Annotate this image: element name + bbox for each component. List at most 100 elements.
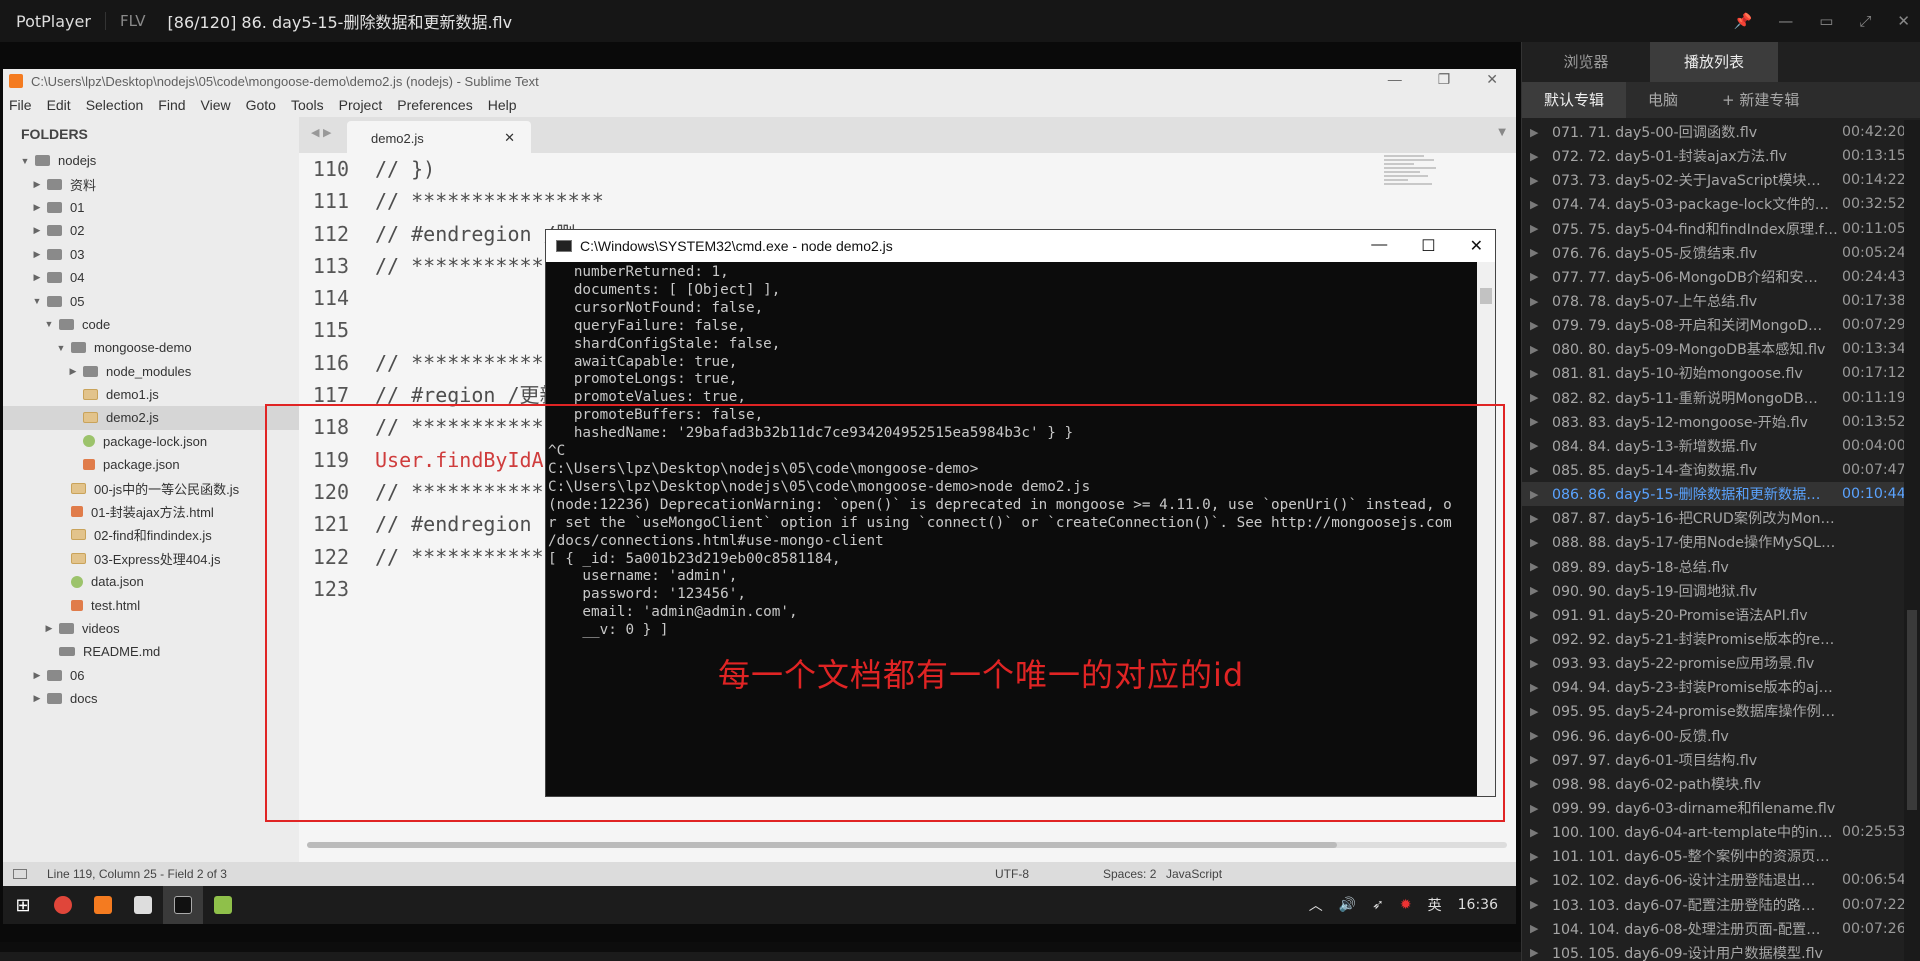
notepad-icon[interactable]: [123, 886, 163, 924]
tree-file[interactable]: 00-js中的一等公民函数.js: [3, 476, 299, 499]
tab-close-icon[interactable]: ✕: [504, 130, 515, 146]
tab-playlist[interactable]: 播放列表: [1650, 42, 1778, 82]
tree-folder[interactable]: ▶ 06: [3, 664, 299, 687]
tree-folder[interactable]: ▼ nodejs: [3, 149, 299, 172]
playlist-item[interactable]: ▶ 100. 100. day6-04-art-template中的inc… 00:…: [1522, 820, 1920, 844]
playlist-item[interactable]: ▶ 076. 76. day5-05-反馈结束.flv 00:05:24: [1522, 241, 1920, 265]
status-encoding[interactable]: UTF-8: [995, 867, 1029, 881]
tree-file[interactable]: demo1.js: [3, 383, 299, 406]
playlist-item[interactable]: ▶ 105. 105. day6-09-设计用户数据模型.flv: [1522, 941, 1920, 961]
playlist-item[interactable]: ▶ 094. 94. day5-23-封装Promise版本的ajax方法.flv: [1522, 675, 1920, 699]
sublime-taskbar-icon[interactable]: [83, 886, 123, 924]
clock[interactable]: 16:36: [1458, 897, 1498, 913]
playlist-item[interactable]: ▶ 073. 73. day5-02-关于JavaScript模块… 00:14:2…: [1522, 168, 1920, 192]
tree-folder[interactable]: ▶ videos: [3, 617, 299, 640]
playlist-item[interactable]: ▶ 104. 104. day6-08-处理注册页面-配置… 00:07:26: [1522, 917, 1920, 941]
playlist-scrollbar[interactable]: [1904, 120, 1920, 961]
pin-icon[interactable]: 📌: [1734, 12, 1753, 30]
cmd-output[interactable]: numberReturned: 1, documents: [ [Object]…: [546, 262, 1478, 796]
menu-item-tools[interactable]: Tools: [291, 97, 324, 113]
windows-start-icon[interactable]: ⊞: [3, 886, 43, 924]
tree-folder[interactable]: ▶ node_modules: [3, 360, 299, 383]
cmd-taskbar-icon[interactable]: [163, 886, 203, 924]
chrome-icon[interactable]: [43, 886, 83, 924]
playlist-item[interactable]: ▶ 085. 85. day5-14-查询数据.flv 00:07:47: [1522, 458, 1920, 482]
album-tab-computer[interactable]: 电脑: [1626, 82, 1700, 118]
playlist-item[interactable]: ▶ 084. 84. day5-13-新增数据.flv 00:04:00: [1522, 434, 1920, 458]
horizontal-scrollbar[interactable]: [307, 842, 1507, 848]
menu-item-help[interactable]: Help: [488, 97, 517, 113]
playlist-item[interactable]: ▶ 098. 98. day6-02-path模块.flv: [1522, 772, 1920, 796]
tab-nav-arrows-icon[interactable]: ◀ ▶: [311, 126, 331, 139]
tab-dropdown-icon[interactable]: ▼: [1498, 127, 1506, 138]
tray-app-icon[interactable]: ✹: [1400, 897, 1412, 913]
tree-file[interactable]: README.md: [3, 640, 299, 663]
menu-item-edit[interactable]: Edit: [47, 97, 71, 113]
maximize-icon[interactable]: ☐: [1421, 236, 1435, 256]
menu-item-view[interactable]: View: [201, 97, 231, 113]
minimize-icon[interactable]: —: [1778, 12, 1793, 30]
tree-folder[interactable]: ▶ 04: [3, 266, 299, 289]
minimize-icon[interactable]: —: [1388, 71, 1402, 88]
ime-indicator[interactable]: 英: [1428, 895, 1442, 915]
playlist-item[interactable]: ▶ 083. 83. day5-12-mongoose-开始.flv 00:13:5…: [1522, 410, 1920, 434]
network-icon[interactable]: ➶: [1372, 897, 1384, 913]
tree-file[interactable]: package-lock.json: [3, 430, 299, 453]
playlist-item[interactable]: ▶ 092. 92. day5-21-封装Promise版本的readFile.f…: [1522, 627, 1920, 651]
playlist-item[interactable]: ▶ 089. 89. day5-18-总结.flv: [1522, 555, 1920, 579]
menu-item-file[interactable]: File: [9, 97, 32, 113]
tree-folder[interactable]: ▶ 资料: [3, 172, 299, 195]
volume-icon[interactable]: 🔊: [1339, 897, 1356, 913]
album-tab-default[interactable]: 默认专辑: [1522, 82, 1627, 118]
menu-item-preferences[interactable]: Preferences: [397, 97, 472, 113]
playlist-item[interactable]: ▶ 086. 86. day5-15-删除数据和更新数据… 00:10:44: [1522, 482, 1920, 507]
playlist-item[interactable]: ▶ 096. 96. day6-00-反馈.flv: [1522, 724, 1920, 748]
playlist-item[interactable]: ▶ 087. 87. day5-16-把CRUD案例改为MongoDB数…: [1522, 506, 1920, 530]
tree-file[interactable]: 03-Express处理404.js: [3, 547, 299, 570]
playlist-item[interactable]: ▶ 095. 95. day5-24-promise数据库操作例子.flv: [1522, 699, 1920, 723]
tree-file[interactable]: demo2.js: [3, 406, 299, 430]
menu-item-goto[interactable]: Goto: [246, 97, 276, 113]
player-app-name[interactable]: PotPlayer: [0, 12, 105, 31]
playlist-item[interactable]: ▶ 099. 99. day6-03-dirname和filename.flv: [1522, 796, 1920, 820]
tab-demo2[interactable]: demo2.js ✕: [347, 121, 531, 153]
tab-browser[interactable]: 浏览器: [1522, 42, 1650, 82]
restore-icon[interactable]: ❐: [1438, 71, 1451, 88]
tree-folder[interactable]: ▼ mongoose-demo: [3, 336, 299, 359]
status-indent[interactable]: Spaces: 2: [1103, 867, 1156, 881]
minimap[interactable]: [1384, 153, 1444, 233]
tree-folder[interactable]: ▶ 01: [3, 196, 299, 219]
playlist-item[interactable]: ▶ 071. 71. day5-00-回调函数.flv 00:42:20: [1522, 120, 1920, 144]
tree-file[interactable]: data.json: [3, 570, 299, 593]
tree-file[interactable]: test.html: [3, 593, 299, 616]
tree-folder[interactable]: ▶ 03: [3, 243, 299, 266]
menu-item-selection[interactable]: Selection: [86, 97, 144, 113]
playlist-item[interactable]: ▶ 093. 93. day5-22-promise应用场景.flv: [1522, 651, 1920, 675]
menu-item-find[interactable]: Find: [158, 97, 185, 113]
app-taskbar-icon[interactable]: [203, 886, 243, 924]
playlist-item[interactable]: ▶ 080. 80. day5-09-MongoDB基本感知.flv 00:13:3…: [1522, 337, 1920, 361]
playlist-item[interactable]: ▶ 091. 91. day5-20-Promise语法API.flv: [1522, 603, 1920, 627]
playlist-item[interactable]: ▶ 090. 90. day5-19-回调地狱.flv: [1522, 579, 1920, 603]
playlist-item[interactable]: ▶ 101. 101. day6-05-整个案例中的资源页面.flv: [1522, 844, 1920, 868]
playlist-item[interactable]: ▶ 097. 97. day6-01-项目结构.flv: [1522, 748, 1920, 772]
tree-folder[interactable]: ▶ docs: [3, 687, 299, 710]
close-icon[interactable]: ✕: [1897, 12, 1910, 30]
close-icon[interactable]: ✕: [1486, 71, 1498, 88]
playlist-item[interactable]: ▶ 103. 103. day6-07-配置注册登陆的路… 00:07:22: [1522, 893, 1920, 917]
playlist-item[interactable]: ▶ 075. 75. day5-04-find和findIndex原理.f… 00:…: [1522, 217, 1920, 241]
tree-folder[interactable]: ▶ 02: [3, 219, 299, 242]
tray-chevron-icon[interactable]: ︿: [1309, 895, 1323, 915]
minimize-icon[interactable]: —: [1371, 236, 1387, 256]
mini-mode-icon[interactable]: ▭: [1819, 12, 1833, 30]
playlist-item[interactable]: ▶ 072. 72. day5-01-封装ajax方法.flv 00:13:15: [1522, 144, 1920, 168]
tree-folder[interactable]: ▼ 05: [3, 289, 299, 312]
fullscreen-icon[interactable]: ⤢: [1859, 12, 1871, 30]
tree-file[interactable]: 02-find和findindex.js: [3, 523, 299, 546]
playlist-item[interactable]: ▶ 102. 102. day6-06-设计注册登陆退出… 00:06:54: [1522, 868, 1920, 892]
seek-bar[interactable]: [0, 952, 1521, 961]
playlist-item[interactable]: ▶ 078. 78. day5-07-上午总结.flv 00:17:38: [1522, 289, 1920, 313]
playlist-item[interactable]: ▶ 074. 74. day5-03-package-lock文件的… 00:32:…: [1522, 192, 1920, 216]
playlist-item[interactable]: ▶ 079. 79. day5-08-开启和关闭MongoD… 00:07:29: [1522, 313, 1920, 337]
playlist-item[interactable]: ▶ 088. 88. day5-17-使用Node操作MySQL数据库.flv: [1522, 530, 1920, 554]
